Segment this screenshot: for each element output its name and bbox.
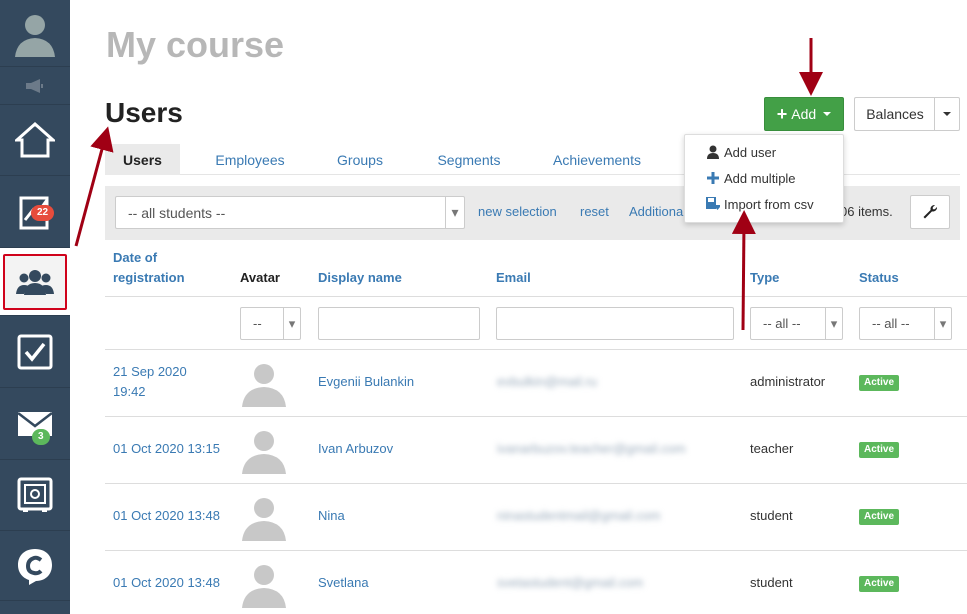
settings-button[interactable] [910, 195, 950, 229]
chevron-down-icon: ▾ [934, 308, 951, 339]
filter-value: -- all -- [872, 316, 910, 331]
sidebar: 22 3 [0, 0, 70, 614]
import-icon [705, 197, 720, 211]
user-avatar-icon [15, 15, 55, 57]
column-header-display-name[interactable]: Display name [318, 268, 402, 288]
status-badge: Active [859, 576, 900, 592]
users-icon [16, 269, 54, 295]
table-row[interactable]: 21 Sep 2020 19:42 Evgenii Bulankin evbul… [105, 350, 967, 417]
status-filter-select[interactable]: -- all -- ▾ [859, 307, 952, 340]
menu-item-import-csv[interactable]: Import from csv [705, 194, 814, 214]
display-name-link[interactable]: Nina [318, 506, 345, 526]
registration-date: 21 Sep 2020 19:42 [113, 364, 187, 399]
page-title: Users [105, 97, 183, 128]
registration-date: 01 Oct 2020 13:48 [113, 508, 220, 523]
home-icon [15, 122, 55, 158]
user-type: student [750, 508, 793, 523]
status-badge: Active [859, 375, 900, 391]
email-value: ninastudentmail@gmail.com [497, 508, 661, 523]
user-icon [705, 145, 720, 159]
divider [105, 296, 967, 297]
user-type: teacher [750, 441, 794, 456]
megaphone-icon [26, 78, 43, 93]
notification-badge: 22 [31, 205, 55, 221]
chevron-down-icon: ▾ [283, 308, 300, 339]
tab-achievements[interactable]: Achievements [545, 144, 649, 175]
table-row[interactable]: 01 Oct 2020 13:48 Svetlana svetastudent@… [105, 551, 967, 614]
chevron-down-icon [823, 112, 832, 116]
filter-value: -- all -- [763, 316, 801, 331]
add-button-label: Add [791, 106, 817, 122]
reset-link[interactable]: reset [580, 204, 609, 219]
sidebar-tasks[interactable] [0, 316, 70, 388]
display-name-link[interactable]: Evgenii Bulankin [318, 372, 414, 392]
tab-users[interactable]: Users [105, 144, 180, 175]
registration-date: 01 Oct 2020 13:48 [113, 575, 220, 590]
column-header-email[interactable]: Email [496, 268, 531, 288]
menu-item-add-multiple[interactable]: Add multiple [705, 168, 796, 188]
main-content: My course Users + Add Balances Users Emp… [70, 0, 967, 614]
table-row[interactable]: 01 Oct 2020 13:48 Nina ninastudentmail@g… [105, 484, 967, 551]
additional-link[interactable]: Additiona [629, 204, 683, 219]
add-dropdown-menu: Add user Add multiple Import from csv [684, 134, 844, 223]
chevron-down-icon: ▾ [825, 308, 842, 339]
chat-logo-icon [18, 548, 52, 585]
plus-icon: + [776, 104, 788, 124]
table-row[interactable]: 01 Oct 2020 13:15 Ivan Arbuzov ivanarbuz… [105, 417, 967, 484]
email-value: svetastudent@gmail.com [497, 575, 644, 590]
column-header-avatar: Avatar [240, 270, 280, 285]
chevron-down-icon [943, 112, 951, 116]
display-name-link[interactable]: Svetlana [318, 573, 369, 593]
column-header-status[interactable]: Status [859, 268, 899, 288]
email-filter-input[interactable] [496, 307, 734, 340]
avatar [240, 426, 288, 474]
plus-icon [705, 172, 720, 184]
selection-value: -- all students -- [128, 204, 226, 221]
display-name-link[interactable]: Ivan Arbuzov [318, 439, 393, 459]
column-header-date[interactable]: Date of registration [113, 248, 213, 288]
avatar [240, 493, 288, 541]
display-name-filter-input[interactable] [318, 307, 480, 340]
menu-item-label: Import from csv [724, 196, 814, 212]
avatar [240, 359, 288, 407]
user-type: student [750, 575, 793, 590]
sidebar-profile[interactable] [0, 0, 70, 67]
sidebar-safe[interactable] [0, 460, 70, 531]
safe-icon [17, 477, 53, 512]
notification-badge: 3 [32, 429, 50, 445]
items-count: 06 items. [840, 204, 893, 219]
column-header-type[interactable]: Type [750, 268, 779, 288]
wrench-icon [923, 204, 938, 219]
registration-date: 01 Oct 2020 13:15 [113, 441, 220, 456]
avatar [240, 560, 288, 608]
sidebar-messages[interactable]: 3 [0, 388, 70, 460]
tab-segments[interactable]: Segments [429, 144, 509, 175]
add-button[interactable]: + Add [764, 97, 844, 131]
status-badge: Active [859, 509, 900, 525]
checkbox-icon [17, 334, 53, 369]
type-filter-select[interactable]: -- all -- ▾ [750, 307, 843, 340]
new-selection-link[interactable]: new selection [478, 204, 557, 219]
sidebar-statistics[interactable]: 22 [0, 176, 70, 248]
tab-groups[interactable]: Groups [327, 144, 393, 175]
tab-employees[interactable]: Employees [209, 144, 291, 175]
sidebar-users[interactable] [0, 248, 70, 316]
balances-dropdown-toggle[interactable] [934, 97, 960, 131]
student-selection-select[interactable]: -- all students -- ▾ [115, 196, 465, 229]
email-value: evbulkin@mail.ru [497, 374, 597, 389]
menu-item-label: Add multiple [724, 170, 796, 186]
balances-button[interactable]: Balances [854, 97, 935, 131]
email-value: ivanarbuzov.teacher@gmail.com [497, 441, 686, 456]
status-badge: Active [859, 442, 900, 458]
course-title: My course [106, 24, 285, 65]
user-type: administrator [750, 374, 826, 389]
menu-item-add-user[interactable]: Add user [705, 142, 776, 162]
sidebar-chat[interactable] [0, 531, 70, 601]
sidebar-home[interactable] [0, 105, 70, 176]
avatar-filter-select[interactable]: -- ▾ [240, 307, 301, 340]
filter-value: -- [253, 316, 262, 331]
menu-item-label: Add user [724, 144, 777, 160]
chevron-down-icon: ▾ [445, 197, 464, 228]
sidebar-announcements[interactable] [0, 67, 70, 105]
